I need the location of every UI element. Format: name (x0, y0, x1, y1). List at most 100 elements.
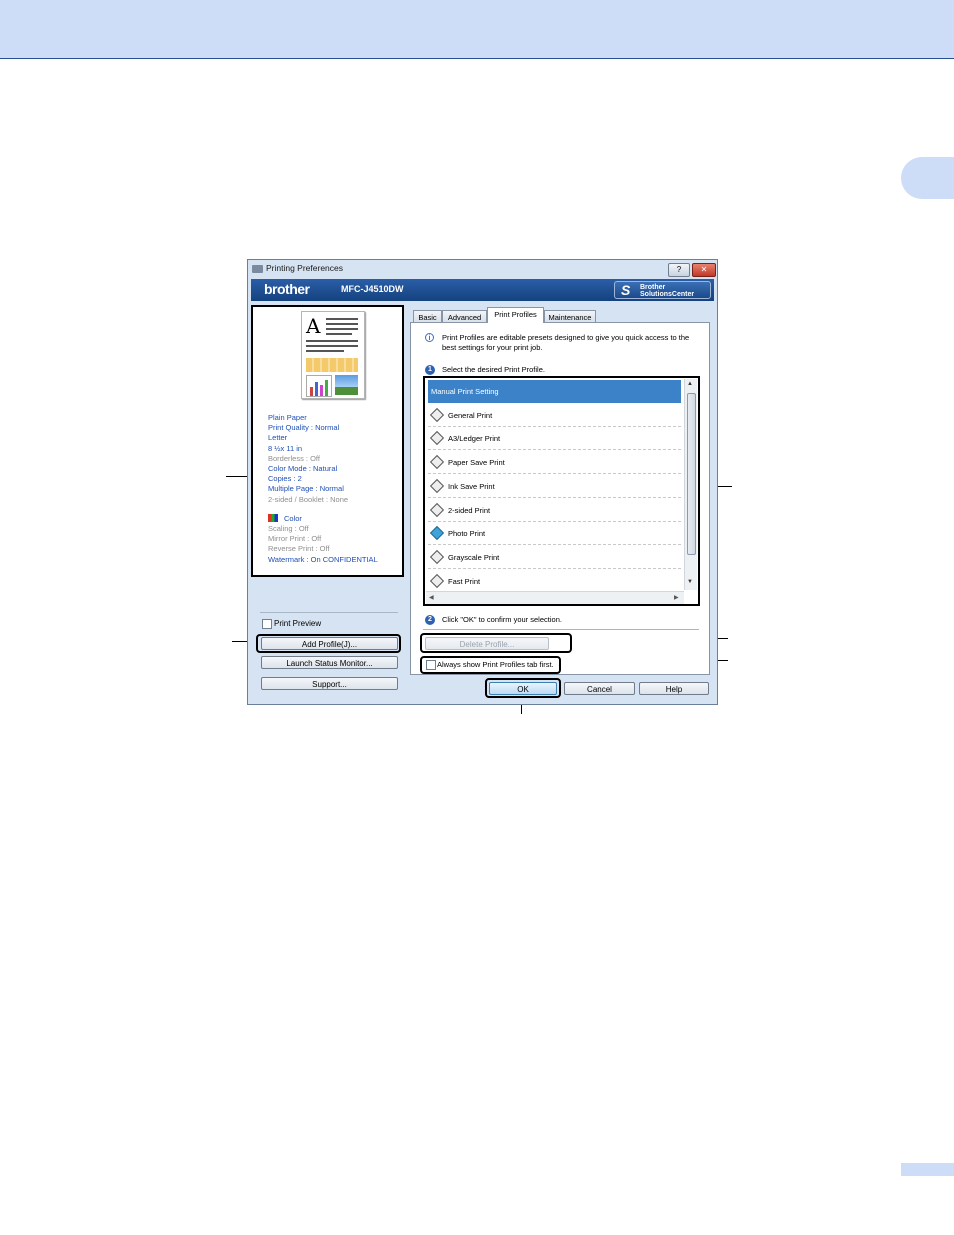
profile-list-item[interactable]: Photo Print (428, 522, 681, 546)
preview-letter-glyph: A (306, 314, 321, 338)
print-profile-icon (429, 431, 445, 446)
left-separator (260, 612, 398, 613)
profile-list-item[interactable]: Paper Save Print (428, 451, 681, 475)
brother-logo: brother (264, 281, 310, 297)
preview-text-line (306, 345, 358, 347)
print-profile-icon (429, 478, 445, 493)
preview-chart-bar (320, 385, 323, 396)
print-preview-checkbox[interactable] (262, 619, 272, 629)
scroll-left-arrow-icon[interactable]: ◀ (429, 594, 434, 601)
profile-list-item[interactable]: General Print (428, 404, 681, 427)
print-settings-summary-2: Scaling : Off Mirror Print : Off Reverse P… (268, 524, 403, 565)
step-1-instruction: Select the desired Print Profile. (442, 365, 545, 374)
info-icon: i (425, 333, 434, 342)
solutions-center-label-1: Brother (640, 284, 666, 291)
brand-banner: brother MFC-J4510DW S Brother SolutionsC… (251, 279, 714, 301)
profile-list-item[interactable]: Manual Print Setting (428, 380, 681, 403)
horizontal-scrollbar[interactable]: ◀ ▶ (426, 591, 684, 604)
setting-line: Borderless : Off (268, 453, 320, 463)
printing-preferences-dialog: Printing Preferences ? ✕ brother MFC-J45… (247, 259, 718, 705)
vertical-scrollbar[interactable]: ▲ ▼ (684, 379, 697, 590)
profile-label: A3/Ledger Print (448, 434, 501, 444)
solutions-center-icon: S (621, 282, 631, 298)
photo-profile-icon (429, 526, 445, 541)
close-button[interactable]: ✕ (692, 263, 716, 277)
document-preview-thumbnail: A (301, 311, 365, 399)
scroll-right-arrow-icon[interactable]: ▶ (674, 594, 679, 601)
color-label: Color (284, 514, 302, 523)
scrollbar-thumb[interactable] (687, 393, 696, 555)
profile-list-item[interactable]: Fast Print (428, 570, 681, 593)
support-button[interactable]: Support... (261, 677, 398, 690)
preview-table-block (306, 358, 358, 372)
model-name: MFC-J4510DW (341, 284, 404, 294)
delete-profile-button[interactable]: Delete Profile... (425, 637, 549, 650)
scroll-up-arrow-icon[interactable]: ▲ (687, 381, 693, 387)
profile-label: 2-sided Print (448, 505, 491, 515)
setting-line: Watermark : On CONFIDENTIAL (268, 554, 378, 564)
always-show-checkbox[interactable] (426, 660, 436, 670)
preview-text-line (326, 323, 358, 325)
step-2-instruction: Click "OK" to confirm your selection. (442, 615, 562, 624)
help-title-button[interactable]: ? (668, 263, 690, 277)
setting-line: Scaling : Off (268, 524, 309, 533)
preview-chart-bar (310, 387, 313, 396)
preview-chart-bar (325, 380, 328, 396)
title-bar: Printing Preferences ? ✕ (248, 260, 717, 278)
profile-list-item[interactable]: 2-sided Print (428, 499, 681, 522)
step-2-icon: 2 (425, 615, 435, 625)
profile-list-item[interactable]: Ink Save Print (428, 475, 681, 498)
color-icon (268, 514, 278, 522)
preview-text-line (306, 340, 358, 342)
scroll-down-arrow-icon[interactable]: ▼ (687, 579, 693, 585)
profile-list-item[interactable]: A3/Ledger Print (428, 427, 681, 451)
setting-line: Letter (268, 433, 288, 443)
dialog-title: Printing Preferences (266, 263, 344, 273)
cancel-button[interactable]: Cancel (564, 682, 635, 695)
preview-text-line (326, 333, 352, 335)
preview-text-line (326, 328, 358, 330)
launch-status-monitor-button[interactable]: Launch Status Monitor... (261, 656, 398, 669)
page-header-band (0, 0, 954, 59)
setting-line: Print Quality : Normal (268, 423, 340, 433)
preview-chart-image (306, 375, 332, 397)
print-profile-icon (429, 502, 445, 517)
profile-label: General Print (448, 410, 493, 420)
preview-text-line (326, 318, 358, 320)
add-profile-button[interactable]: Add Profile(J)... (261, 637, 398, 650)
print-profile-list[interactable]: Manual Print Setting General Print A3/Ledg… (423, 376, 700, 606)
setting-line: Mirror Print : Off (268, 534, 322, 544)
print-profile-icon (429, 407, 445, 422)
print-profile-icon (429, 549, 445, 564)
preview-chart-bar (315, 382, 318, 396)
preview-text-line (306, 350, 344, 352)
profile-label: Grayscale Print (448, 552, 500, 562)
help-button[interactable]: Help (639, 682, 709, 695)
tab-print-profiles[interactable]: Print Profiles (487, 307, 544, 323)
setting-line: Color Mode : Natural (268, 464, 338, 474)
setting-line: 8 ½x 11 in (268, 443, 303, 453)
profile-label: Manual Print Setting (431, 387, 499, 396)
profile-list-item[interactable]: Grayscale Print (428, 546, 681, 569)
ok-button[interactable]: OK (489, 682, 557, 695)
chapter-tab (901, 157, 954, 199)
step-1-icon: 1 (425, 365, 435, 375)
setting-line: Plain Paper (268, 413, 307, 422)
printer-icon (252, 265, 263, 273)
solutions-center-button[interactable]: S Brother SolutionsCenter (614, 281, 711, 299)
preview-photo-image (335, 375, 358, 395)
setting-line: Copies : 2 (268, 474, 302, 484)
setting-line: 2-sided / Booklet : None (268, 494, 349, 504)
print-profile-icon (429, 573, 445, 588)
profile-label: Photo Print (448, 529, 486, 539)
right-separator (423, 629, 699, 630)
always-show-label: Always show Print Profiles tab first. (437, 660, 554, 669)
settings-preview-panel: A Plain Paper Print Quality : Normal Lette… (251, 305, 404, 577)
page-number-box (901, 1163, 954, 1176)
info-text: Print Profiles are editable presets desi… (442, 333, 690, 352)
setting-line: Multiple Page : Normal (268, 484, 344, 494)
print-profiles-panel: i Print Profiles are editable presets de… (410, 322, 710, 675)
print-preview-label: Print Preview (274, 619, 322, 628)
profile-label: Paper Save Print (448, 458, 505, 468)
solutions-center-label-2: SolutionsCenter (640, 291, 695, 298)
